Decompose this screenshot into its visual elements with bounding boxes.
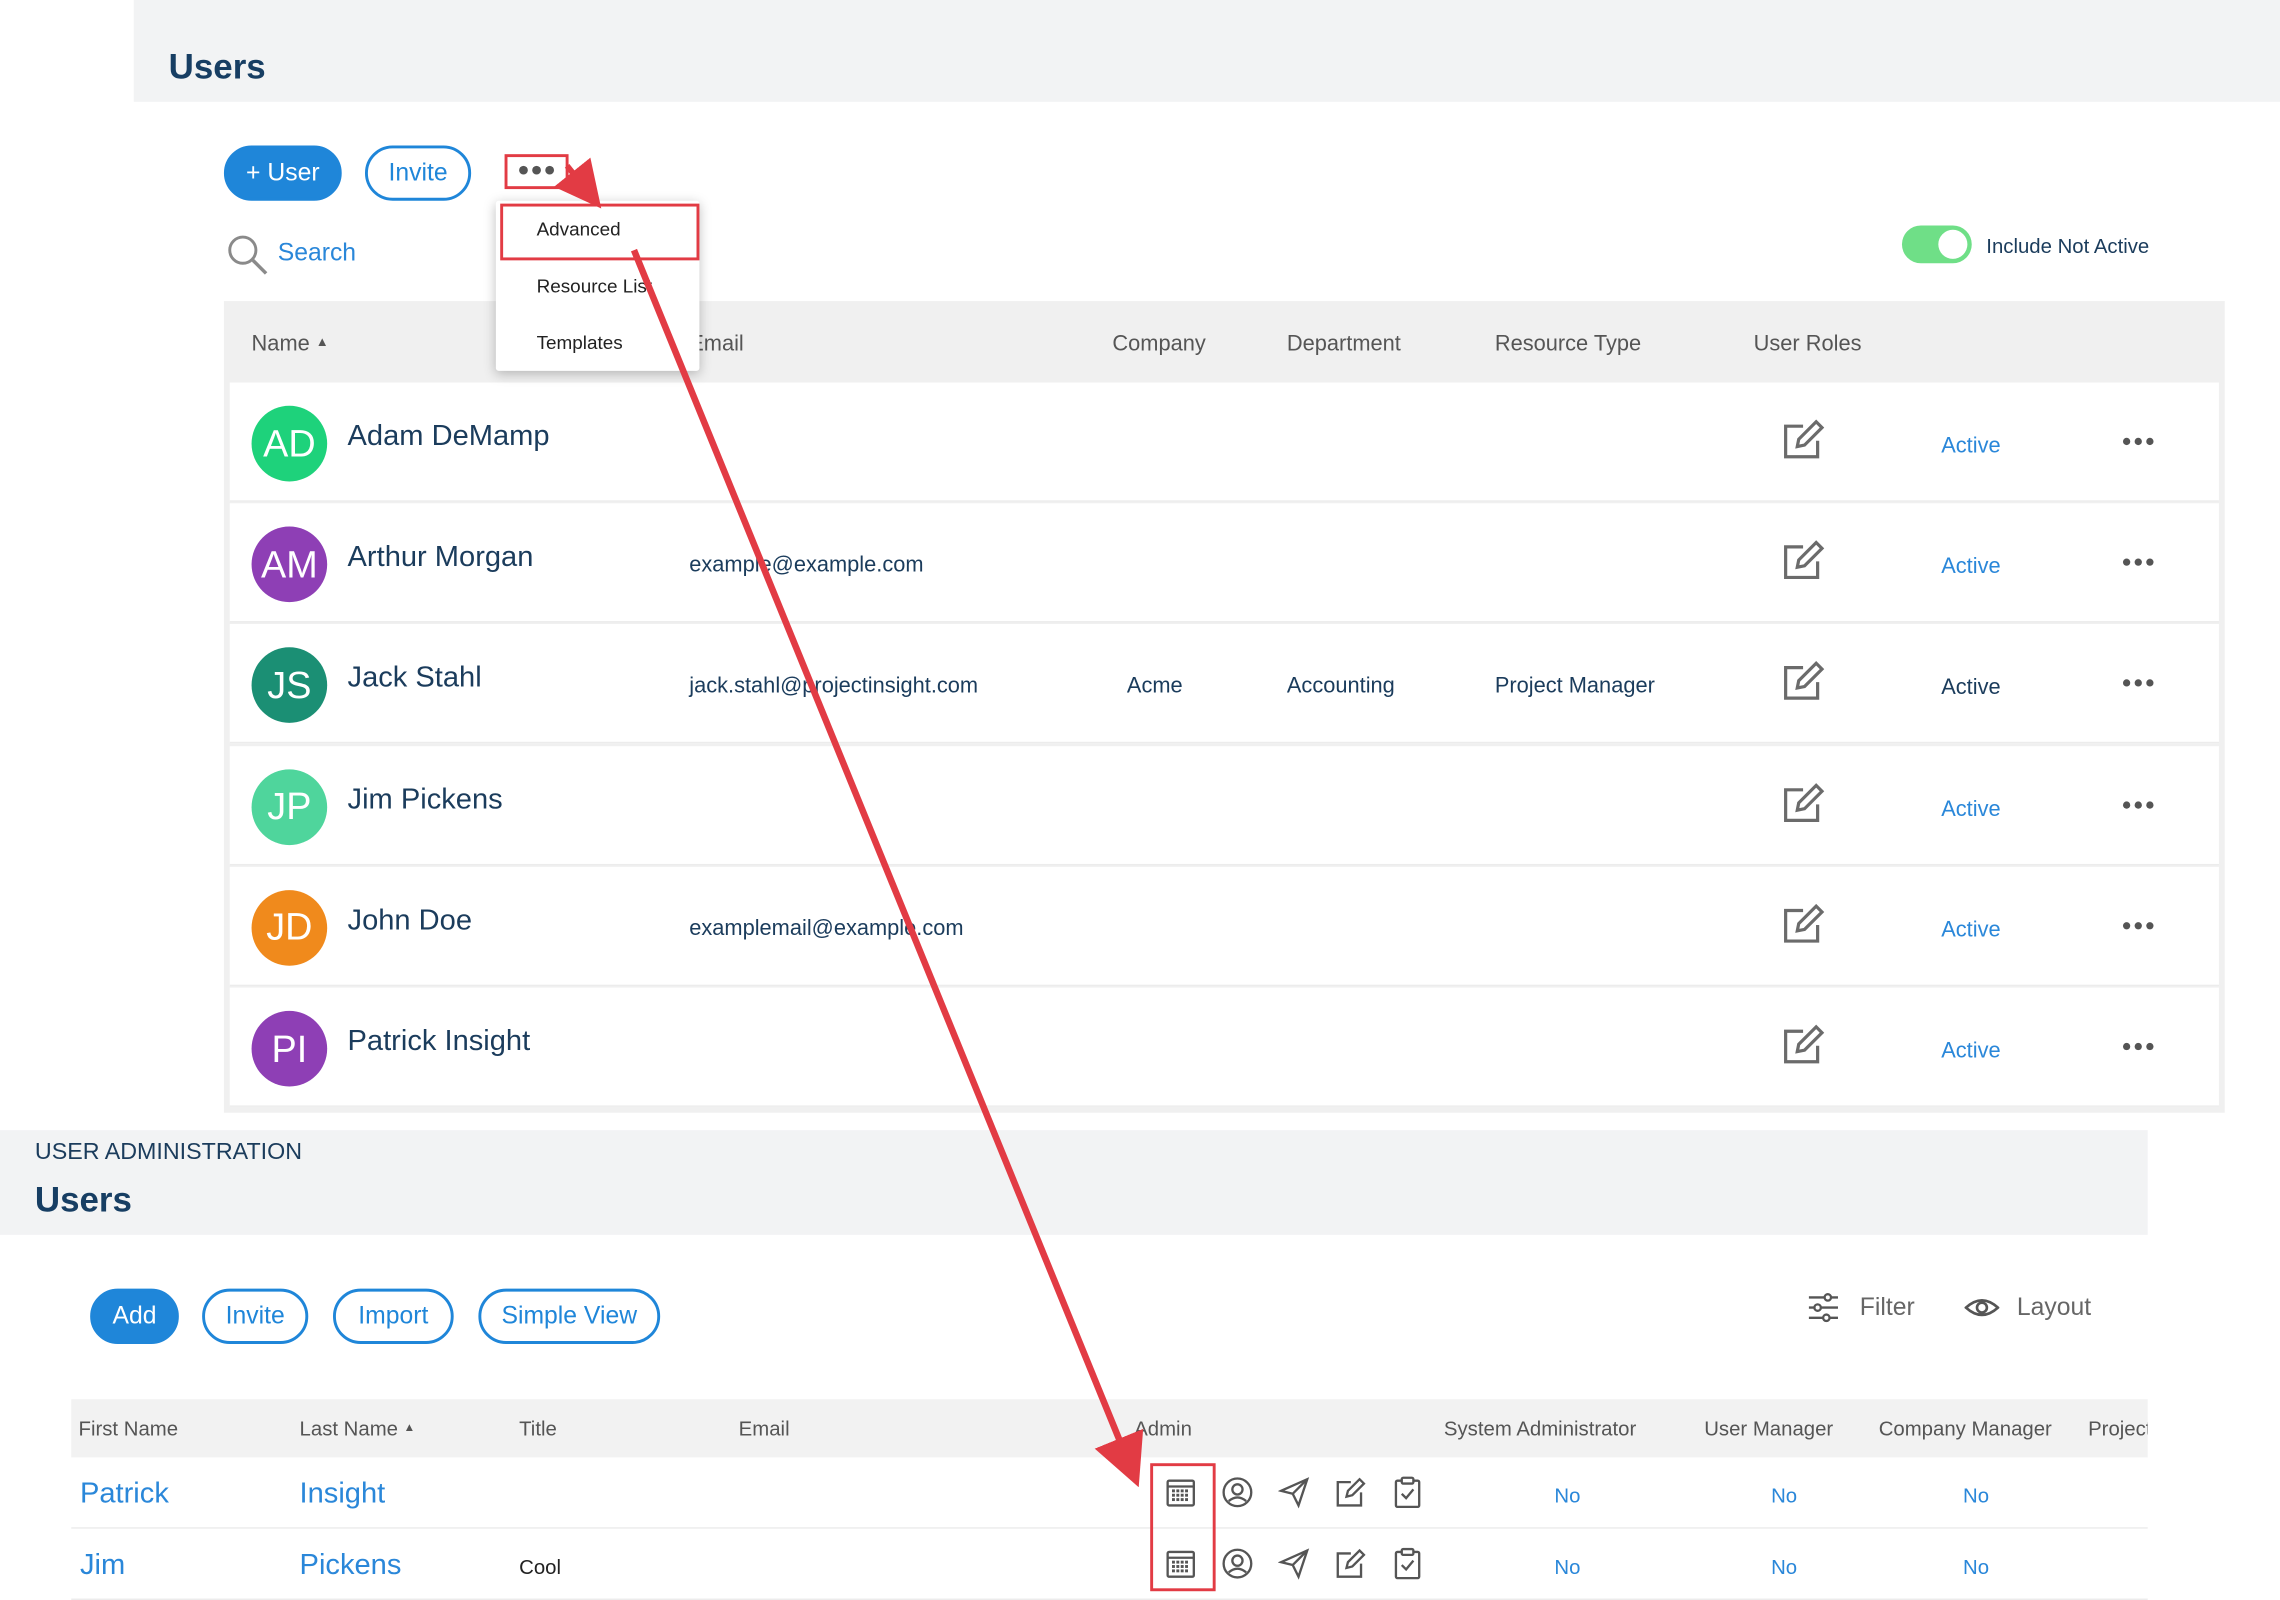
arrow-to-admin-icons xyxy=(630,248,1144,1488)
arrow-to-advanced xyxy=(554,157,602,209)
annotation-arrows xyxy=(554,157,1144,1488)
